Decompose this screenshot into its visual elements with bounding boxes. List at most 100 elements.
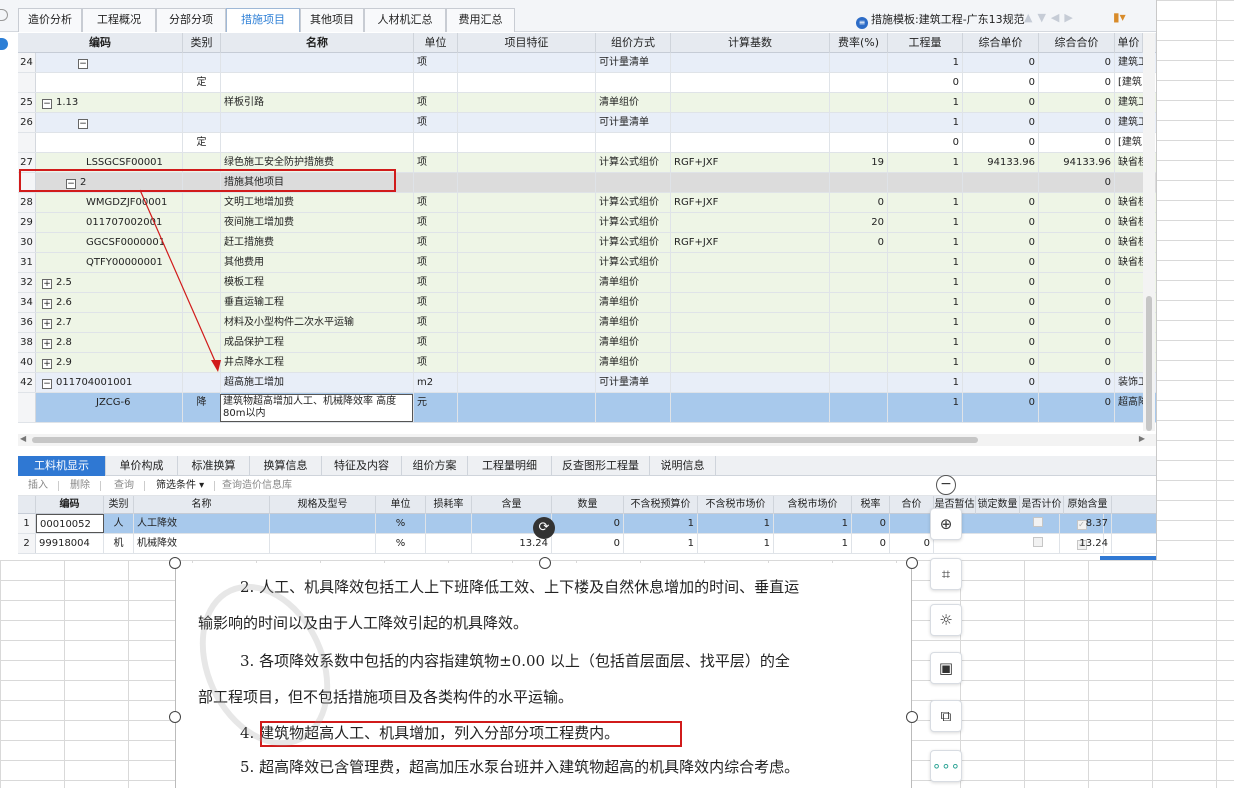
cell-unit[interactable]: 项 [414,293,458,312]
table-row[interactable]: JZCG-6 降建筑物超高增加人工、机械降效率 高度80m以内元 1 0 0 超高降 [18,393,1156,423]
cell-name[interactable]: 材料及小型构件二次水平运输 [221,313,414,332]
cell-unit[interactable]: 项 [414,193,458,212]
cell-qty[interactable]: 1 [888,373,963,392]
cell-unit[interactable]: 元 [414,393,458,422]
cell-unit[interactable]: % [376,514,426,533]
bcol-orig-content[interactable]: 原始含量 [1064,496,1112,514]
cell-code[interactable]: +2.8 [36,333,183,352]
cell-code[interactable]: JZCG-6 [36,393,183,422]
cell-p3[interactable]: 1 [774,534,852,553]
cell-cat[interactable] [183,313,221,332]
cell-qty[interactable] [888,173,963,192]
resize-handle-ml[interactable] [169,711,181,723]
bcol-content[interactable]: 含量 [472,496,552,514]
cell-method[interactable]: 计算公式组价 [596,153,671,172]
cell-feat[interactable] [458,233,596,252]
cell-method[interactable]: 清单组价 [596,313,671,332]
cell-total[interactable] [890,514,934,533]
table-row[interactable]: 30 GGCSF0000001 赶工措施费项计算公式组价 RGF+JXF 0 1 0 0 缺省桂 [18,233,1156,253]
btab-quantity-detail[interactable]: 工程量明细 [468,456,552,476]
cell-base[interactable] [671,293,830,312]
cell-cat[interactable] [183,213,221,232]
tab-cost-analysis[interactable]: 造价分析 [18,8,82,32]
cell-tax[interactable]: 0 [852,514,890,533]
cell-method[interactable]: 计算公式组价 [596,253,671,272]
cell-total[interactable]: 0 [1039,233,1115,252]
rotate-icon[interactable]: ⟳ [533,517,555,539]
cell-total[interactable]: 0 [1039,73,1115,92]
cell-feat[interactable] [458,53,596,72]
tab-materials-summary[interactable]: 人材机汇总 [364,8,446,32]
cell-cat[interactable] [183,353,221,372]
cell-cat[interactable] [183,53,221,72]
cell-code[interactable]: − [36,113,183,132]
table-row[interactable]: 32 +2.5 模板工程项清单组价 1 0 0 [18,273,1156,293]
lock-quantity-checkbox[interactable] [1032,517,1043,527]
bcol-tax-rate[interactable]: 税率 [852,496,890,514]
copy-image-icon[interactable]: ⧉ [930,700,962,732]
cell-feat[interactable] [458,133,596,152]
bcol-spec[interactable]: 规格及型号 [270,496,376,514]
cell-uprice[interactable]: 0 [963,293,1039,312]
btab-reverse-lookup[interactable]: 反查图形工程量 [552,456,650,476]
bcol-priced[interactable]: 是否计价 [1020,496,1064,514]
cell-name[interactable] [221,73,414,92]
collapse-icon[interactable]: − [42,379,52,389]
cell-name[interactable] [221,113,414,132]
cell-base[interactable] [671,133,830,152]
cell-code[interactable]: − [36,53,183,72]
table-row[interactable]: 31 QTFY00000001 其他费用项计算公式组价 1 0 0 缺省桂 [18,253,1156,273]
cell-rate[interactable] [830,133,888,152]
cell-total[interactable]: 0 [1039,113,1115,132]
cell-base[interactable] [671,113,830,132]
col-extra[interactable]: 单价 [1115,33,1143,53]
cell-name[interactable]: 其他费用 [221,253,414,272]
insert-button[interactable]: 插入 [28,476,48,496]
cell-p1[interactable]: 1 [624,514,698,533]
cell-uprice[interactable]: 0 [963,313,1039,332]
cell-unit[interactable]: m2 [414,373,458,392]
bcol-loss[interactable]: 损耗率 [426,496,472,514]
cell-code[interactable]: QTFY00000001 [36,253,183,272]
cell-unit[interactable]: 项 [414,113,458,132]
cell-rate[interactable]: 19 [830,153,888,172]
bcol-market-price[interactable]: 不含税市场价 [698,496,774,514]
cell-qty[interactable]: 0 [888,73,963,92]
table-row[interactable]: 36 +2.7 材料及小型构件二次水平运输项清单组价 1 0 0 [18,313,1156,333]
cell-rate[interactable] [830,333,888,352]
cell-rate[interactable] [830,73,888,92]
cell-qty[interactable]: 0 [552,514,624,533]
cell-method[interactable]: 清单组价 [596,333,671,352]
vertical-scroll-thumb[interactable] [1146,296,1152,431]
cell-rate[interactable]: 0 [830,233,888,252]
cell-qty[interactable]: 1 [888,193,963,212]
query-button[interactable]: 查询 [114,476,134,496]
cell-cat[interactable]: 机 [104,534,134,553]
col-code[interactable]: 编码 [18,33,183,53]
delete-button[interactable]: 删除 [70,476,90,496]
cell-total[interactable]: 0 [1039,53,1115,72]
cell-rate[interactable] [830,173,888,192]
cell-uprice[interactable]: 0 [963,113,1039,132]
cell-code[interactable]: 99918004 [36,534,104,553]
cell-method[interactable] [596,133,671,152]
cell-base[interactable]: RGF+JXF [671,153,830,172]
cell-unit[interactable]: 项 [414,153,458,172]
table-row[interactable]: 24− 项可计量清单 1 0 0 建筑工 [18,53,1156,73]
cell-code[interactable]: +2.5 [36,273,183,292]
btab-notes[interactable]: 说明信息 [650,456,716,476]
cell-unit[interactable]: 项 [414,53,458,72]
cell-code[interactable]: −1.13 [36,93,183,112]
cell-cat[interactable] [183,333,221,352]
cell-uprice[interactable]: 0 [963,253,1039,272]
cell-qty[interactable]: 1 [888,293,963,312]
bcol-code[interactable]: 编码 [36,496,104,514]
bcol-category[interactable]: 类别 [104,496,134,514]
col-unit[interactable]: 单位 [414,33,458,53]
cell-code[interactable]: WMGDZJF00001 [36,193,183,212]
table-row[interactable]: 29 011707002001 夜间施工增加费项计算公式组价 20 1 0 0 缺省桂 [18,213,1156,233]
cell-code[interactable] [36,133,183,152]
cell-name[interactable]: 成品保护工程 [221,333,414,352]
cell-uprice[interactable]: 0 [963,93,1039,112]
cell-rate[interactable] [830,353,888,372]
